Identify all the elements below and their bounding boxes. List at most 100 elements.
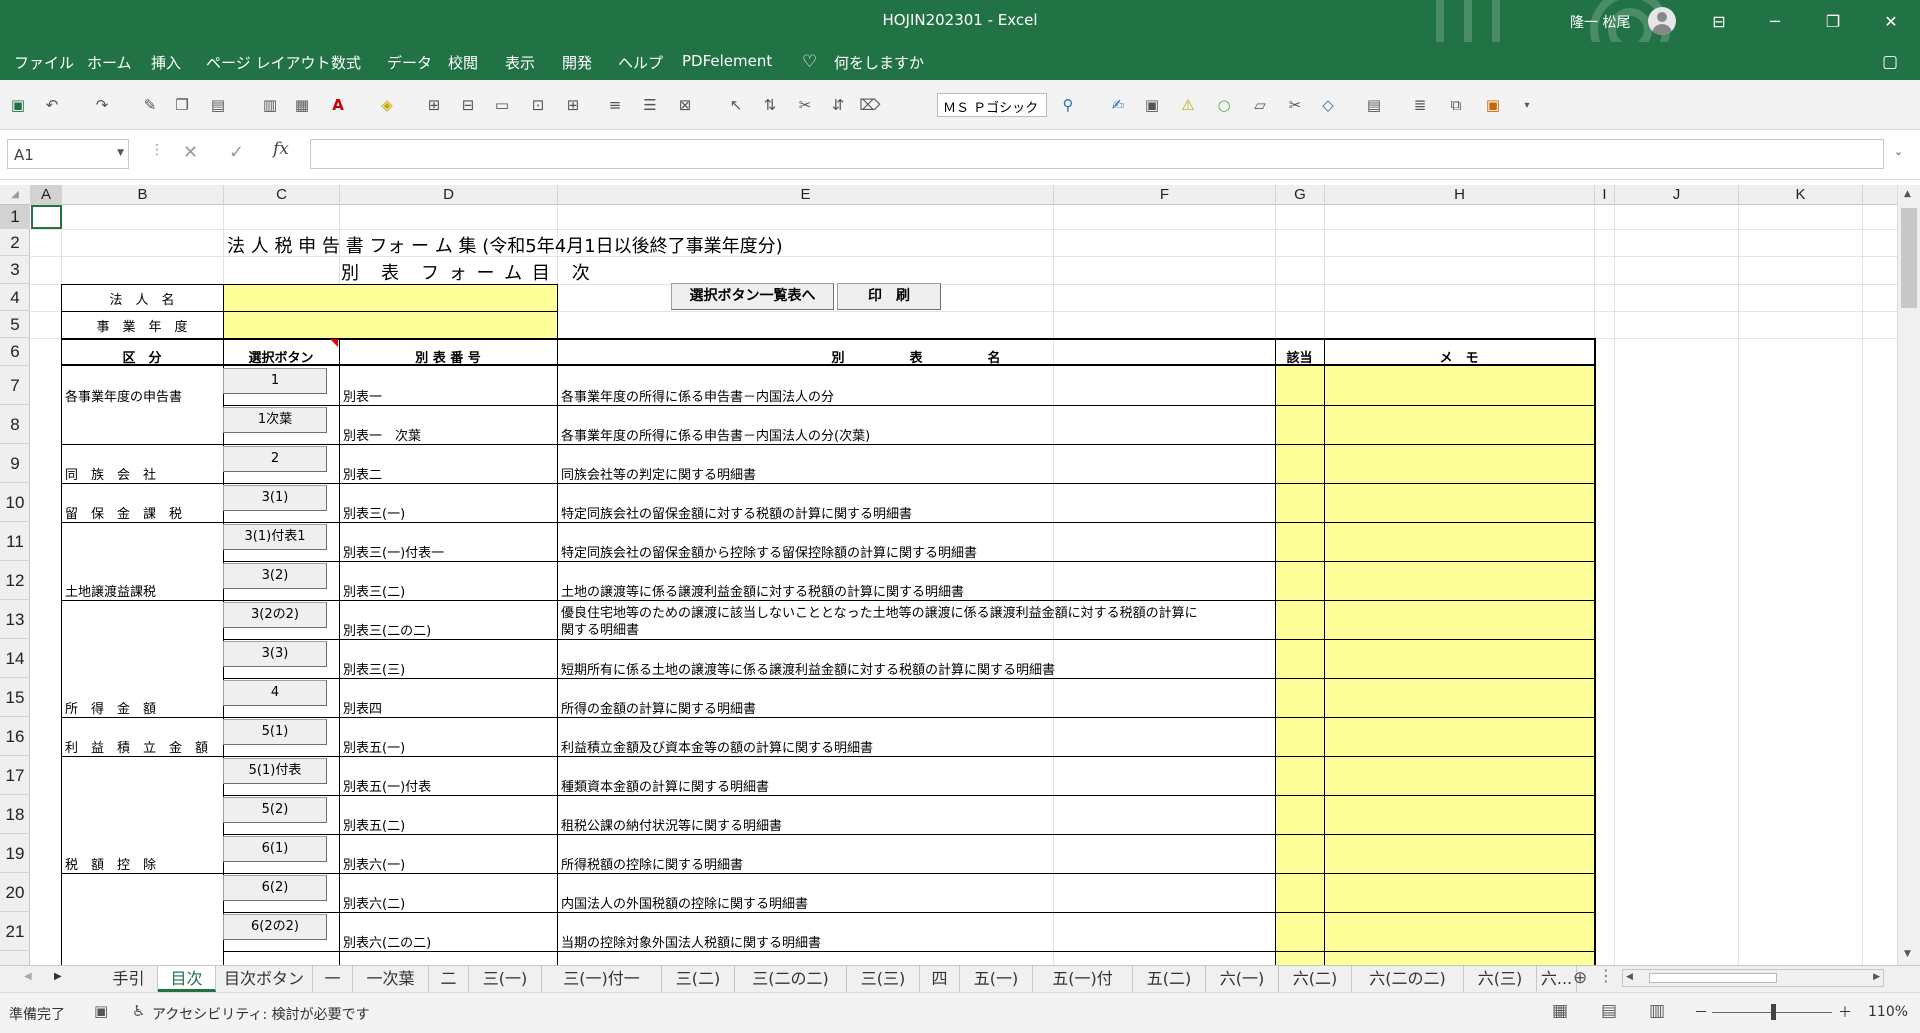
enter-icon[interactable]: ✓ [229,142,244,163]
clipboard-icon[interactable]: ▣ [1142,95,1162,115]
sheet-tab[interactable]: 六... [1537,966,1577,992]
callout-icon[interactable]: ▱ [1250,95,1270,115]
sheet-tab[interactable]: 六(三) [1464,966,1537,992]
oval-icon[interactable]: ○ [1214,95,1234,115]
row-header-3[interactable]: 3 [0,256,30,284]
row-header-8[interactable]: 8 [0,405,30,444]
row-header-1[interactable]: 1 [0,205,30,229]
column-header-a[interactable]: A [31,185,62,205]
paste-values-icon[interactable]: ▥ [260,95,280,115]
select-objects-icon[interactable]: ↖ [726,95,746,115]
customize-toolbar-icon[interactable]: ▾ [1517,95,1537,115]
menu-view[interactable]: 表示 [505,52,535,73]
sheet-tab-active[interactable]: 目次 [158,966,216,992]
macro-record-icon[interactable]: ▣ [94,1002,108,1020]
insert-function-icon[interactable]: fx [273,139,289,159]
column-header-k[interactable]: K [1739,185,1863,205]
center-align-icon[interactable]: ≡ [605,95,625,115]
row-header-4[interactable]: 4 [0,284,30,311]
font-name-select[interactable]: ＭＳ Ｐゴシック [937,93,1047,117]
column-header-e[interactable]: E [558,185,1054,205]
select-button[interactable]: 3(3) [223,641,327,667]
menu-insert[interactable]: 挿入 [151,52,181,73]
sheet-tab[interactable]: 四 [920,966,960,992]
sheet-tab[interactable]: 六(二) [1279,966,1352,992]
select-button[interactable]: 4 [223,680,327,706]
column-header-j[interactable]: J [1615,185,1739,205]
menu-page-layout[interactable]: ページ レイアウト [206,52,330,73]
menu-pdfelement[interactable]: PDFelement [682,52,772,70]
select-button[interactable]: 3(1) [223,485,327,511]
zoom-in-button[interactable]: ＋ [1838,1002,1852,1022]
column-header-i[interactable]: I [1595,185,1615,205]
print-button[interactable]: 印 刷 [837,283,941,310]
scroll-down-icon[interactable]: ▼ [1904,949,1911,959]
comment-indicator[interactable] [330,339,338,347]
hscroll-left-icon[interactable]: ◀ [1626,972,1633,982]
user-avatar[interactable] [1648,7,1676,35]
edit-icon[interactable]: ✍ [1108,95,1128,115]
select-button[interactable]: 5(1) [223,719,327,745]
sheet-tab[interactable]: 五(一) [960,966,1033,992]
menu-developer[interactable]: 開発 [562,52,592,73]
row-header-13[interactable]: 13 [0,600,30,639]
column-header-f[interactable]: F [1054,185,1276,205]
maximize-button[interactable]: ❐ [1810,0,1856,42]
page-layout-view-icon[interactable]: ▤ [1601,1001,1617,1021]
align-icon[interactable]: ≣ [1410,95,1430,115]
column-header-b[interactable]: B [62,185,224,205]
undo-icon[interactable]: ↶ [42,95,62,115]
menu-review[interactable]: 校閲 [448,52,478,73]
redo-icon[interactable]: ↷ [92,95,112,115]
column-header-d[interactable]: D [340,185,558,205]
remove-icon[interactable]: ✂ [795,95,815,115]
sort-desc-icon[interactable]: ⇵ [828,95,848,115]
tab-split-handle[interactable]: ⋮ [1598,966,1614,985]
zoom-slider-thumb[interactable] [1771,1004,1776,1020]
paste-special-icon[interactable]: ▤ [1364,95,1384,115]
paste-icon[interactable]: ▤ [208,95,228,115]
column-header-g[interactable]: G [1276,185,1325,205]
menu-home[interactable]: ホーム [87,52,132,73]
table-icon[interactable]: ▦ [292,95,312,115]
close-button[interactable]: ✕ [1868,0,1914,42]
select-button[interactable]: 2 [223,446,327,472]
select-button[interactable]: 3(2の2) [223,602,327,628]
cancel-icon[interactable]: ✕ [183,142,198,163]
row-header-7[interactable]: 7 [0,366,30,405]
active-cell-selection[interactable] [31,205,62,229]
sheet-tab[interactable]: 六(一) [1206,966,1279,992]
sheet-tab[interactable]: 三(二) [662,966,735,992]
menu-formulas[interactable]: 数式 [331,52,361,73]
row-header-12[interactable]: 12 [0,561,30,600]
select-button[interactable]: 3(1)付表1 [223,524,327,550]
merge-icon[interactable]: ▭ [492,95,512,115]
row-header-17[interactable]: 17 [0,756,30,795]
save-icon[interactable]: ▣ [8,95,28,115]
shapes-icon[interactable]: ◇ [1318,95,1338,115]
menu-file[interactable]: ファイル [14,52,74,73]
fill-color-icon[interactable]: ◈ [377,95,397,115]
sheet-tab[interactable]: 三(三) [847,966,920,992]
format-painter-icon[interactable]: ✎ [140,95,160,115]
vertical-scroll-thumb[interactable] [1901,208,1917,308]
row-header-14[interactable]: 14 [0,639,30,678]
sheet-tab[interactable]: 五(一)付 [1033,966,1133,992]
copy-format-icon[interactable]: ⧉ [1446,95,1466,115]
user-name[interactable]: 隆一 松尾 [1570,12,1630,32]
select-button[interactable]: 5(1)付表 [223,758,327,784]
sheet-tab[interactable]: 一 [313,966,353,992]
goto-button-list-button[interactable]: 選択ボタン一覧表へ [671,283,834,310]
select-button[interactable]: 5(2) [223,797,327,823]
camera-icon[interactable]: ▣ [1483,95,1503,115]
sheet-tab[interactable]: 五(二) [1133,966,1206,992]
search-icon[interactable]: ⚲ [1058,95,1078,115]
name-box[interactable]: A1 ▼ [7,139,129,169]
sort-icon[interactable]: ⇅ [760,95,780,115]
column-header-h[interactable]: H [1325,185,1595,205]
border-icon[interactable]: ⊡ [528,95,548,115]
sheet-tab[interactable]: 三(一) [469,966,542,992]
horizontal-scrollbar[interactable]: ◀ ▶ [1622,969,1884,987]
ungroup-icon[interactable]: ⊟ [458,95,478,115]
sheet-tab[interactable]: 三(二の二) [735,966,847,992]
